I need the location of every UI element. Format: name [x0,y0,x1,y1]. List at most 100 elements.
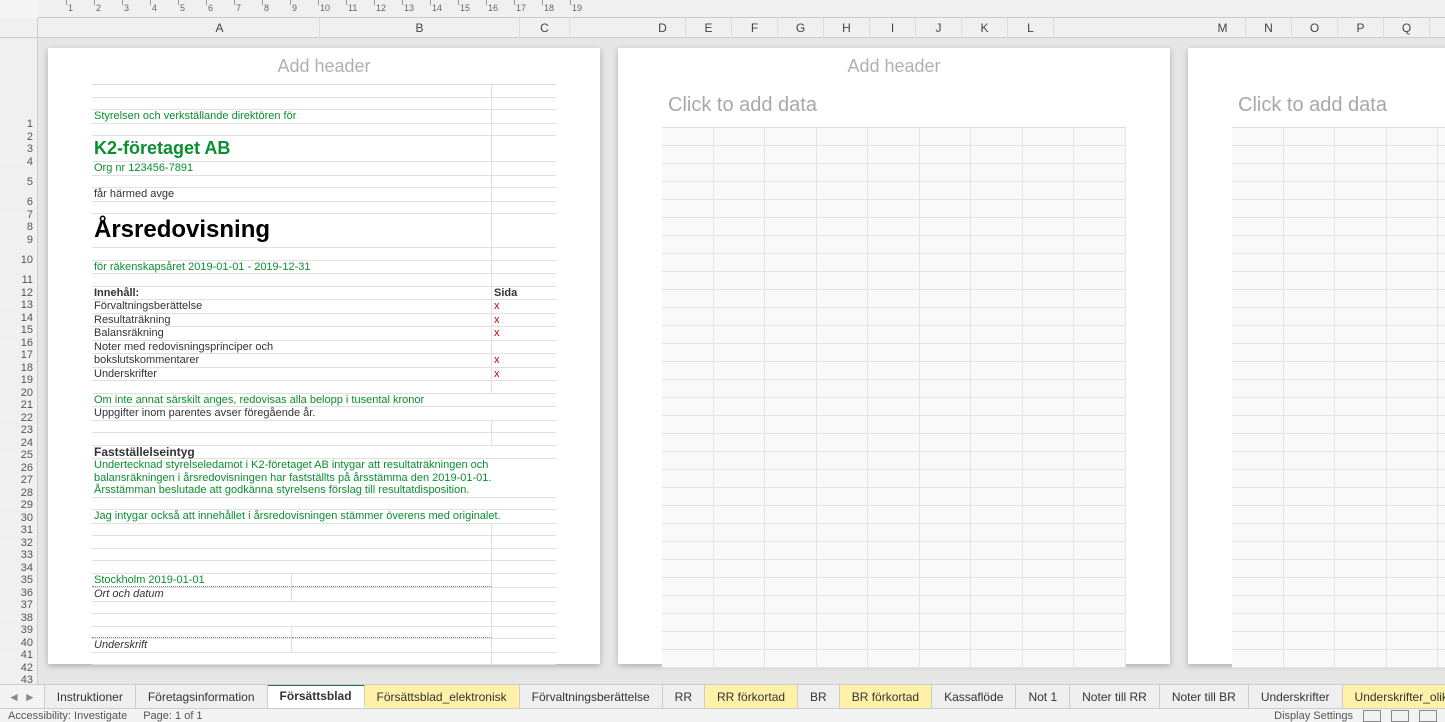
empty-cell[interactable] [1023,470,1075,488]
empty-cell[interactable] [1438,254,1445,272]
empty-cell[interactable] [1284,650,1336,668]
empty-cell[interactable] [765,272,817,290]
empty-cell[interactable] [868,470,920,488]
empty-cell[interactable] [714,362,766,380]
empty-cell[interactable] [1387,200,1439,218]
empty-cell[interactable] [1074,362,1126,380]
empty-cell[interactable] [868,380,920,398]
empty-cell[interactable] [1284,488,1336,506]
empty-cell[interactable] [817,632,869,650]
page1-cells[interactable]: Styrelsen och verkställande direktören f… [92,84,556,665]
tab-next-icon[interactable]: ► [24,690,36,704]
empty-cell[interactable] [1335,272,1387,290]
empty-cell[interactable] [1438,308,1445,326]
sheet-tab[interactable]: Noter till RR [1070,685,1160,708]
row-header[interactable]: 17 [0,349,37,362]
empty-cell[interactable] [662,164,714,182]
empty-cell[interactable] [1387,524,1439,542]
empty-cell[interactable] [1232,344,1284,362]
empty-cell[interactable] [1387,254,1439,272]
empty-cell[interactable] [662,452,714,470]
empty-cell[interactable] [1438,236,1445,254]
empty-cell[interactable] [714,272,766,290]
empty-cell[interactable] [868,326,920,344]
row-header[interactable]: 22 [0,412,37,425]
row-header[interactable]: 31 [0,524,37,537]
empty-cell[interactable] [1335,398,1387,416]
empty-cell[interactable] [1284,380,1336,398]
empty-cell[interactable] [868,578,920,596]
empty-cell[interactable] [1335,290,1387,308]
empty-cell[interactable] [971,470,1023,488]
empty-cell[interactable] [714,128,766,146]
empty-cell[interactable] [1387,416,1439,434]
empty-cell[interactable] [1232,326,1284,344]
empty-cell[interactable] [1284,344,1336,362]
row-header[interactable]: 35 [0,574,37,587]
empty-cell[interactable] [1232,308,1284,326]
empty-cell[interactable] [920,344,972,362]
empty-cell[interactable] [817,146,869,164]
empty-cell[interactable] [1284,398,1336,416]
column-header[interactable]: J [916,18,962,38]
empty-cell[interactable] [868,200,920,218]
empty-cell[interactable] [817,614,869,632]
sheet-tab[interactable]: Underskrifter_olika_datum [1343,685,1445,708]
empty-cell[interactable] [662,200,714,218]
empty-cell[interactable] [1438,560,1445,578]
empty-cell[interactable] [1438,326,1445,344]
row-header[interactable]: 38 [0,612,37,625]
empty-cell[interactable] [1387,632,1439,650]
empty-cell[interactable] [1387,596,1439,614]
empty-cell[interactable] [714,344,766,362]
empty-cell[interactable] [971,128,1023,146]
empty-cell[interactable] [817,416,869,434]
empty-cell[interactable] [1335,506,1387,524]
empty-cell[interactable] [920,236,972,254]
empty-cell[interactable] [1232,128,1284,146]
column-header[interactable]: L [1008,18,1054,38]
empty-cell[interactable] [714,578,766,596]
empty-cell[interactable] [1387,398,1439,416]
empty-cell[interactable] [1232,236,1284,254]
empty-cell[interactable] [817,200,869,218]
empty-cell[interactable] [868,146,920,164]
empty-cell[interactable] [662,614,714,632]
empty-cell[interactable] [920,398,972,416]
empty-cell[interactable] [868,506,920,524]
empty-cell[interactable] [1074,434,1126,452]
empty-cell[interactable] [1387,272,1439,290]
empty-cell[interactable] [971,578,1023,596]
empty-cell[interactable] [714,254,766,272]
empty-cell[interactable] [817,236,869,254]
empty-cell[interactable] [1387,560,1439,578]
empty-cell[interactable] [868,542,920,560]
empty-cell[interactable] [1335,434,1387,452]
empty-cell[interactable] [920,650,972,668]
empty-cell[interactable] [868,254,920,272]
empty-cell[interactable] [714,488,766,506]
empty-cell[interactable] [765,650,817,668]
empty-cell[interactable] [817,398,869,416]
empty-cell[interactable] [662,128,714,146]
empty-cell[interactable] [1074,542,1126,560]
empty-cell[interactable] [662,470,714,488]
empty-cell[interactable] [1284,308,1336,326]
empty-cell[interactable] [1232,470,1284,488]
empty-cell[interactable] [868,434,920,452]
empty-cell[interactable] [1438,146,1445,164]
empty-cell[interactable] [1284,434,1336,452]
row-header[interactable]: 34 [0,562,37,575]
column-header[interactable]: C [520,18,570,38]
column-header[interactable]: N [1246,18,1292,38]
empty-cell[interactable] [765,362,817,380]
empty-cell[interactable] [971,200,1023,218]
empty-cell[interactable] [1387,236,1439,254]
empty-cell[interactable] [1074,218,1126,236]
empty-cell[interactable] [868,344,920,362]
empty-cell[interactable] [1232,290,1284,308]
empty-cell[interactable] [765,344,817,362]
empty-cell[interactable] [765,326,817,344]
empty-cell[interactable] [662,542,714,560]
empty-cell[interactable] [1232,434,1284,452]
